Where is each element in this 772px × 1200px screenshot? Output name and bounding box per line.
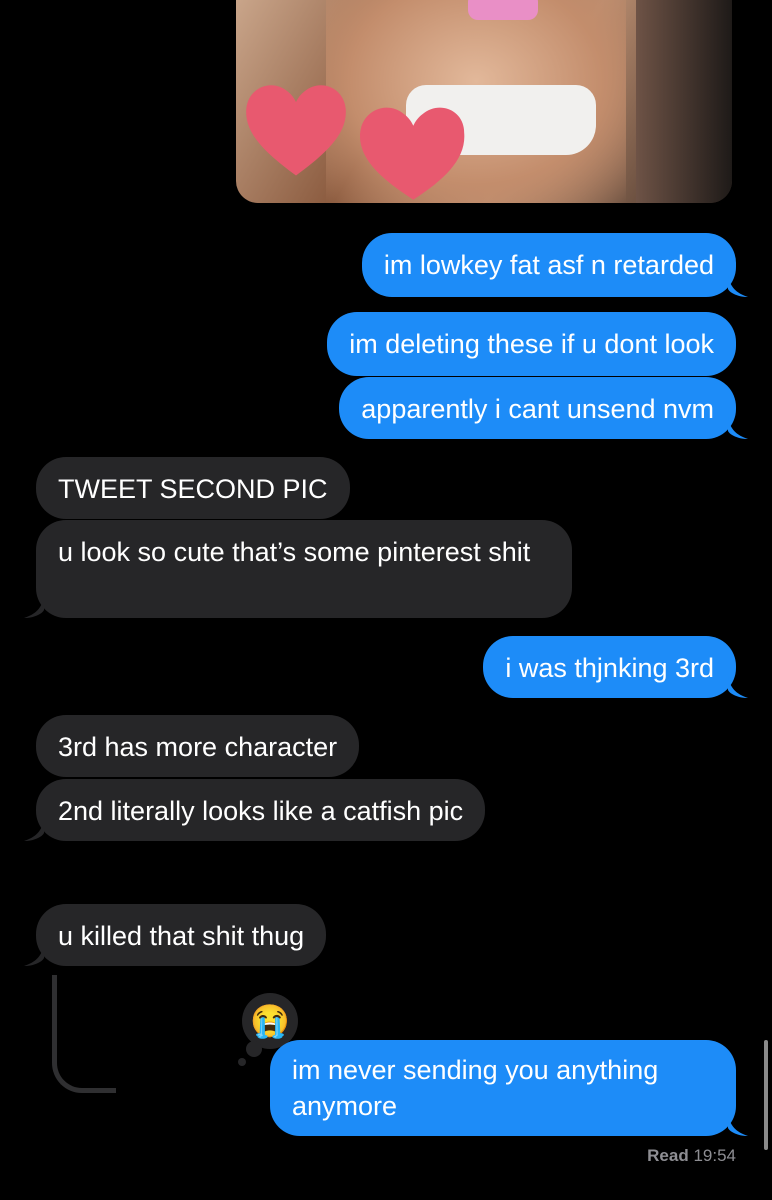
message-bubble-received[interactable]: u look so cute that’s some pinterest shi…: [36, 520, 572, 618]
message-bubble-received[interactable]: u killed that shit thug: [36, 904, 327, 966]
bubble-tail: [728, 275, 748, 297]
message-bubble-sent[interactable]: im deleting these if u dont look: [327, 312, 736, 376]
read-receipt: Read 19:54: [647, 1146, 736, 1166]
reply-thread-connector: [52, 975, 116, 1093]
message-bubble-received[interactable]: 3rd has more character: [36, 715, 360, 777]
heart-sticker-icon: [246, 85, 346, 176]
photo-content-phone: [468, 0, 538, 20]
bubble-tail: [728, 676, 748, 698]
message-bubble-sent[interactable]: im lowkey fat asf n retarded: [361, 233, 736, 297]
message-bubble-sent[interactable]: im never sending you anything anymore: [270, 1040, 736, 1136]
message-bubble-sent[interactable]: apparently i cant unsend nvm: [339, 377, 736, 439]
crying-face-icon: 😭: [250, 1003, 290, 1039]
heart-sticker-icon: [359, 107, 465, 200]
bubble-tail: [24, 819, 44, 841]
message-bubble-received[interactable]: 2nd literally looks like a catfish pic: [36, 779, 486, 841]
scrollbar[interactable]: [764, 1040, 768, 1150]
photo-content-background: [636, 0, 732, 203]
read-label: Read: [647, 1146, 689, 1165]
bubble-tail: [24, 944, 44, 966]
tapback-tail-dot: [246, 1041, 262, 1057]
tapback-tail-dot: [238, 1058, 246, 1066]
read-time: 19:54: [693, 1146, 736, 1165]
bubble-tail: [728, 1114, 748, 1136]
bubble-tail: [728, 417, 748, 439]
message-bubble-sent[interactable]: i was thjnking 3rd: [483, 636, 736, 698]
bubble-tail: [24, 596, 44, 618]
message-bubble-received[interactable]: TWEET SECOND PIC: [36, 457, 350, 519]
